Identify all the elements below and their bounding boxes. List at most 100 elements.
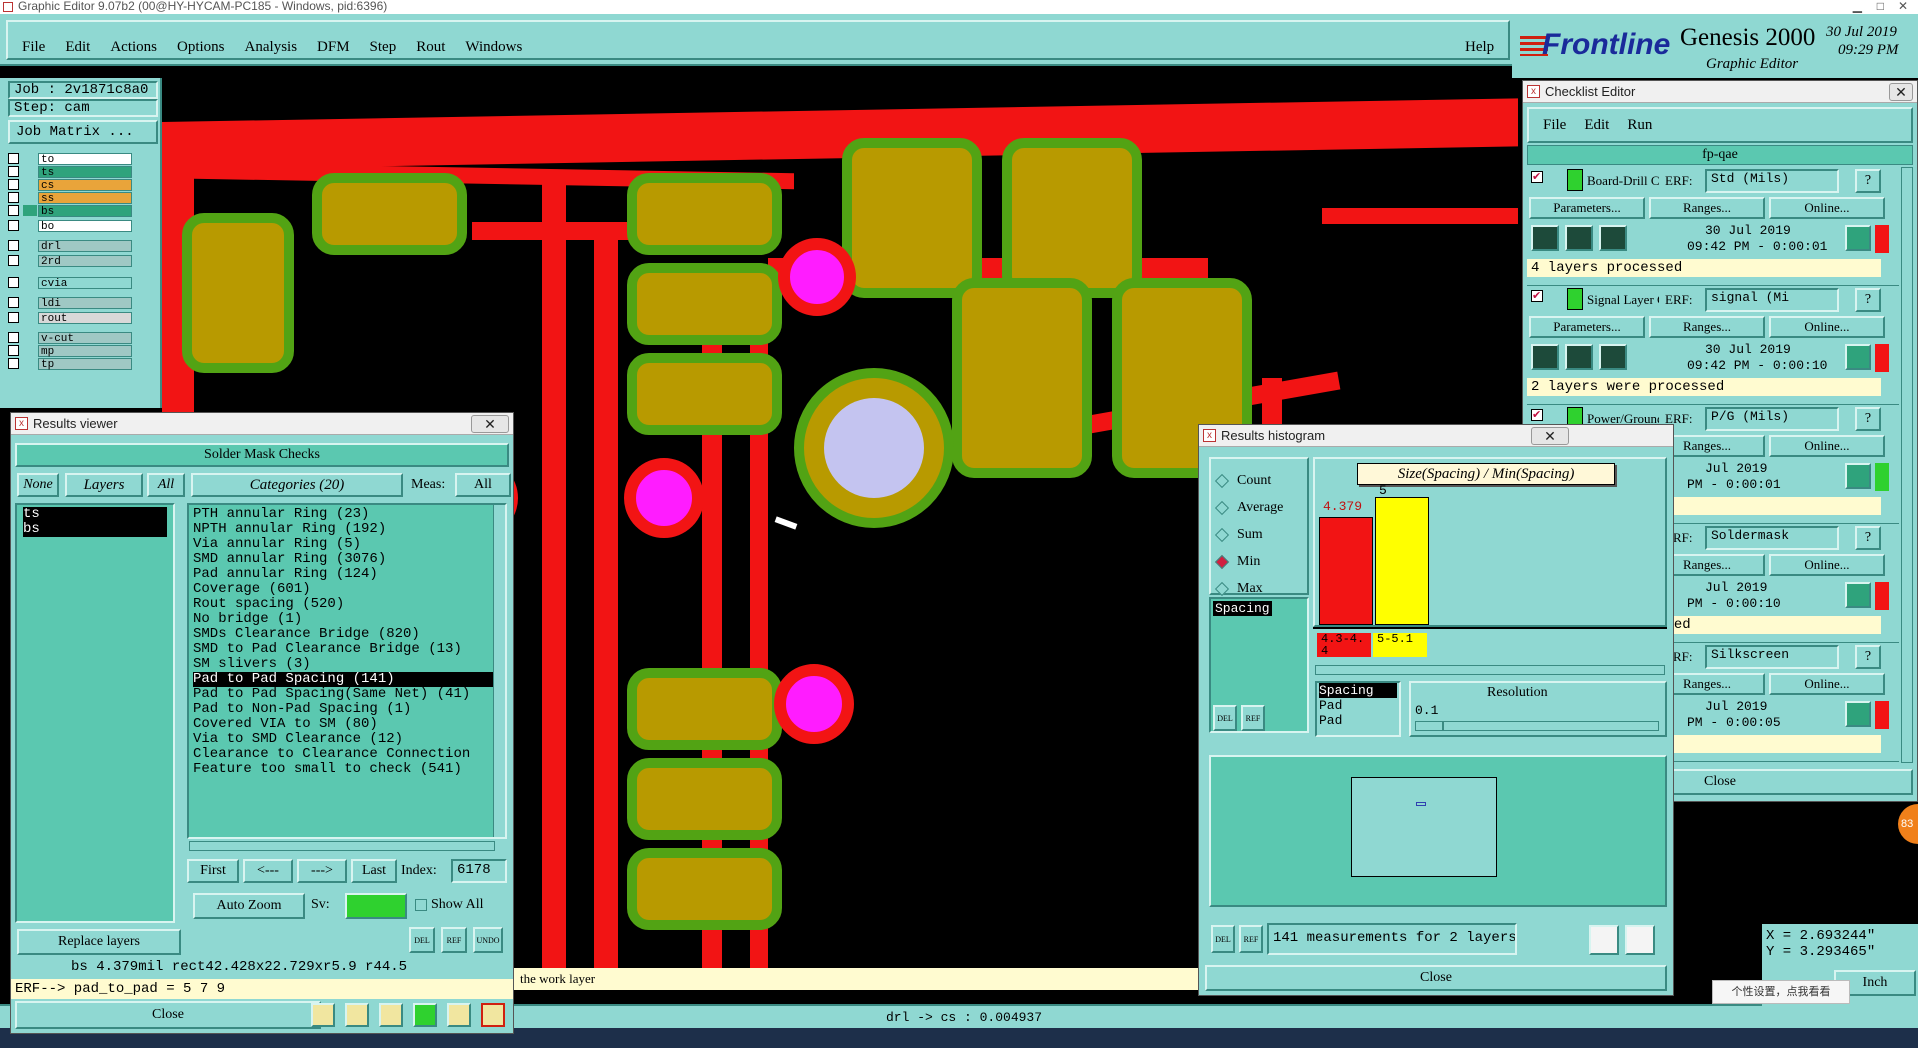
menu-options[interactable]: Options (177, 39, 225, 56)
check-help-button[interactable]: ? (1855, 526, 1881, 550)
check-name[interactable]: Signal Layer Ch (1587, 292, 1659, 308)
measure-item[interactable]: Spacing (1213, 601, 1272, 616)
layer-checkbox[interactable] (8, 332, 19, 343)
erf-value[interactable]: Std (Mils) (1705, 169, 1839, 193)
measure-item[interactable]: Pad (1319, 698, 1397, 713)
measure-item[interactable]: Pad (1319, 713, 1397, 728)
zoom-icon[interactable] (1845, 701, 1871, 727)
histogram-hscroll[interactable] (1315, 665, 1665, 675)
category-item[interactable]: SMDs Clearance Bridge (820) (193, 627, 501, 642)
ref-button[interactable]: REF (441, 927, 467, 953)
window-close-button[interactable]: ✕ (1898, 0, 1908, 13)
category-item[interactable]: NPTH annular Ring (192) (193, 522, 501, 537)
layer-checkbox[interactable] (8, 192, 19, 203)
show-all-checkbox[interactable] (415, 899, 427, 911)
none-button[interactable]: None (17, 473, 59, 497)
category-scrollbar[interactable] (493, 505, 505, 837)
layer-checkbox[interactable] (8, 153, 19, 164)
categories-button[interactable]: Categories (20) (191, 473, 403, 497)
histogram-ref-button[interactable]: REF (1241, 705, 1265, 731)
layer-row-ts[interactable]: ts (8, 165, 132, 179)
report-icon[interactable] (345, 1003, 369, 1027)
layer-result-item[interactable]: bs (23, 522, 167, 537)
online-button[interactable]: Online... (1769, 435, 1885, 457)
histogram-close-x[interactable]: ✕ (1531, 427, 1569, 445)
menu-dfm[interactable]: DFM (317, 39, 350, 56)
layer-row-cs[interactable]: cs (8, 178, 132, 192)
all-layers-button[interactable]: All (147, 473, 185, 497)
check-help-button[interactable]: ? (1855, 645, 1881, 669)
menu-actions[interactable]: Actions (110, 39, 157, 56)
category-item[interactable]: Via to SMD Clearance (12) (193, 732, 501, 747)
zoom-icon[interactable] (1845, 225, 1871, 251)
zoom-icon[interactable] (1845, 344, 1871, 370)
maximize-button[interactable]: □ (1877, 0, 1884, 13)
index-input[interactable]: 6178 (451, 859, 507, 883)
layer-row-rout[interactable]: rout (8, 309, 132, 326)
sv-color-selector[interactable] (345, 893, 407, 919)
histogram-close-button[interactable]: Close (1205, 965, 1667, 991)
histogram-bar[interactable] (1375, 497, 1429, 625)
layer-checkbox[interactable] (8, 358, 19, 369)
online-button[interactable]: Online... (1769, 673, 1885, 695)
resolution-slider[interactable] (1415, 721, 1659, 731)
checklist-menu-file[interactable]: File (1543, 117, 1566, 134)
layer-checkbox[interactable] (8, 220, 19, 231)
online-button[interactable]: Online... (1769, 197, 1885, 219)
mode-count-radio[interactable]: Count (1214, 467, 1301, 494)
run-icon[interactable] (1599, 225, 1627, 251)
parameters-button[interactable]: Parameters... (1529, 316, 1645, 338)
menu-step[interactable]: Step (370, 39, 397, 56)
category-hscroll[interactable] (189, 841, 495, 851)
layer-checkbox[interactable] (8, 240, 19, 251)
online-button[interactable]: Online... (1769, 316, 1885, 338)
preview-ref-button[interactable]: REF (1239, 925, 1263, 953)
zoom-icon[interactable] (1845, 582, 1871, 608)
checklist-scrollbar[interactable] (1901, 167, 1913, 763)
check-name[interactable]: Board-Drill Che (1587, 173, 1659, 189)
replace-layers-selector[interactable]: Replace layers (17, 929, 181, 955)
layer-results-list[interactable]: ts bs (15, 503, 175, 923)
histogram-icon[interactable] (311, 1003, 335, 1027)
results-viewer-close-x[interactable]: ✕ (471, 415, 509, 433)
category-item[interactable]: SM slivers (3) (193, 657, 501, 672)
menu-analysis[interactable]: Analysis (245, 39, 298, 56)
histogram-del-button[interactable]: DEL (1213, 705, 1237, 731)
layer-checkbox[interactable] (8, 345, 19, 356)
layer-checkbox[interactable] (8, 277, 19, 288)
category-item[interactable]: Pad annular Ring (124) (193, 567, 501, 582)
measure-item[interactable]: Spacing (1319, 683, 1397, 698)
layer-row-cvia[interactable]: cvia (8, 274, 132, 291)
layer-row-ldi[interactable]: ldi (8, 296, 132, 310)
mode-average-radio[interactable]: Average (1214, 494, 1301, 521)
erf-value[interactable]: Silkscreen (1705, 645, 1839, 669)
next-button[interactable]: ---> (297, 859, 347, 883)
menu-rout[interactable]: Rout (416, 39, 445, 56)
run-icon[interactable] (1531, 225, 1559, 251)
list-icon[interactable] (447, 1003, 471, 1027)
online-button[interactable]: Online... (1769, 554, 1885, 576)
prev-button[interactable]: <--- (243, 859, 293, 883)
category-item[interactable]: No bridge (1) (193, 612, 501, 627)
check-help-button[interactable]: ? (1855, 169, 1881, 193)
run-icon[interactable] (1599, 344, 1627, 370)
check-help-button[interactable]: ? (1855, 288, 1881, 312)
check-enabled-checkbox[interactable]: ✔ (1531, 290, 1543, 302)
category-item[interactable]: Covered VIA to SM (80) (193, 717, 501, 732)
layer-row-mp[interactable]: mp (8, 344, 132, 358)
help-menu[interactable]: Help (1465, 39, 1494, 56)
layer-result-item[interactable]: ts (23, 507, 167, 522)
checklist-close-x[interactable]: ✕ (1889, 83, 1913, 101)
mode-sum-radio[interactable]: Sum (1214, 521, 1301, 548)
layer-row-tp[interactable]: tp (8, 357, 132, 371)
layers-button[interactable]: Layers (65, 473, 143, 497)
layer-row-2rd[interactable]: 2rd (8, 252, 132, 269)
checklist-menu-run[interactable]: Run (1627, 117, 1652, 134)
meas-selector[interactable]: All (455, 473, 511, 497)
run-icon[interactable] (1565, 344, 1593, 370)
auto-zoom-selector[interactable]: Auto Zoom (193, 893, 305, 919)
category-item[interactable]: Coverage (601) (193, 582, 501, 597)
category-item[interactable]: Pad to Non-Pad Spacing (1) (193, 702, 501, 717)
check-enabled-checkbox[interactable]: ✔ (1531, 409, 1543, 421)
category-item[interactable]: SMD annular Ring (3076) (193, 552, 501, 567)
